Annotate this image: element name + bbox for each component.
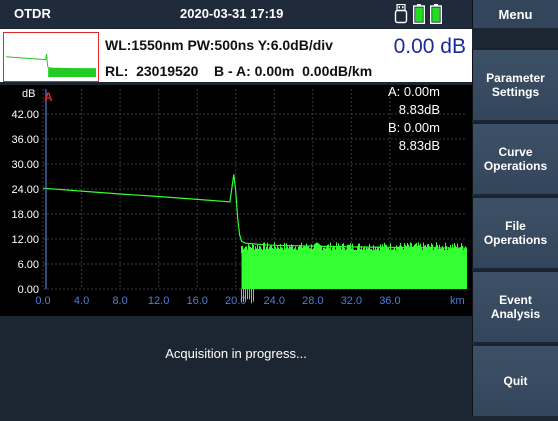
y-tick-label: 12.00 xyxy=(11,234,39,246)
overview-trace xyxy=(5,54,96,77)
noise-dropout-lines xyxy=(241,289,255,304)
reflectance-distance-readout: RL: 23019520 B - A: 0.00m 0.00dB/km xyxy=(105,63,373,79)
status-message: Acquisition in progress... xyxy=(165,346,307,361)
top-status-bar: OTDR 2020-03-31 17:19 xyxy=(0,0,472,28)
otdr-trace-plot[interactable]: 0.00 6.00 12.00 18.00 24.00 30.00 36.00 42.00 0.… xyxy=(0,85,472,316)
event-analysis-button[interactable]: Event Analysis xyxy=(472,270,558,342)
y-tick-label: 18.00 xyxy=(11,209,39,221)
battery-icon xyxy=(413,4,425,24)
side-menu: Parameter Settings Curve Operations File… xyxy=(472,48,558,421)
y-tick-label: 42.00 xyxy=(11,109,39,121)
info-panel: WL:1550nm PW:500ns Y:6.0dB/div RL: 23019… xyxy=(0,29,472,84)
x-tick-label: 4.0 xyxy=(74,295,89,307)
y-tick-label: 6.00 xyxy=(18,259,39,271)
x-tick-label: 24.0 xyxy=(264,295,285,307)
x-axis-unit-label: km xyxy=(450,295,465,307)
cursor-a-db: 8.83dB xyxy=(399,102,440,117)
x-tick-label: 12.0 xyxy=(148,295,169,307)
cursor-a-marker: A xyxy=(44,90,53,104)
quit-button[interactable]: Quit xyxy=(472,344,558,416)
datetime: 2020-03-31 17:19 xyxy=(180,6,284,21)
acquisition-parameters: WL:1550nm PW:500ns Y:6.0dB/div xyxy=(105,37,333,53)
app-title: OTDR xyxy=(14,6,51,21)
overview-thumbnail[interactable] xyxy=(3,32,99,82)
y-tick-label: 24.00 xyxy=(11,184,39,196)
battery-icon xyxy=(430,4,442,24)
y-tick-label: 36.00 xyxy=(11,134,39,146)
status-area: Acquisition in progress... xyxy=(0,316,472,421)
x-tick-label: 32.0 xyxy=(341,295,362,307)
cursor-b-distance: B: 0.00m xyxy=(388,120,440,135)
file-operations-button[interactable]: File Operations xyxy=(472,196,558,268)
parameter-settings-button[interactable]: Parameter Settings xyxy=(472,48,558,120)
x-tick-label: 16.0 xyxy=(186,295,207,307)
cursor-a-distance: A: 0.00m xyxy=(388,85,440,99)
usb-icon xyxy=(394,4,408,24)
x-tick-label: 28.0 xyxy=(302,295,323,307)
y-tick-label: 30.00 xyxy=(11,159,39,171)
x-tick-label: 36.0 xyxy=(379,295,400,307)
trace-chart[interactable]: 0.006.0012.0018.0024.0030.0036.0042.000.… xyxy=(0,85,472,316)
x-tick-label: 8.0 xyxy=(112,295,127,307)
curve-operations-button[interactable]: Curve Operations xyxy=(472,122,558,194)
cursor-b-db: 8.83dB xyxy=(399,138,440,153)
menu-header: Menu xyxy=(472,0,558,28)
loss-readout: 0.00 dB xyxy=(393,35,466,58)
y-axis-unit-label: dB xyxy=(22,88,35,100)
noise-floor-fill xyxy=(241,251,467,289)
x-tick-label: 0.0 xyxy=(35,295,50,307)
trace-line xyxy=(42,174,468,249)
